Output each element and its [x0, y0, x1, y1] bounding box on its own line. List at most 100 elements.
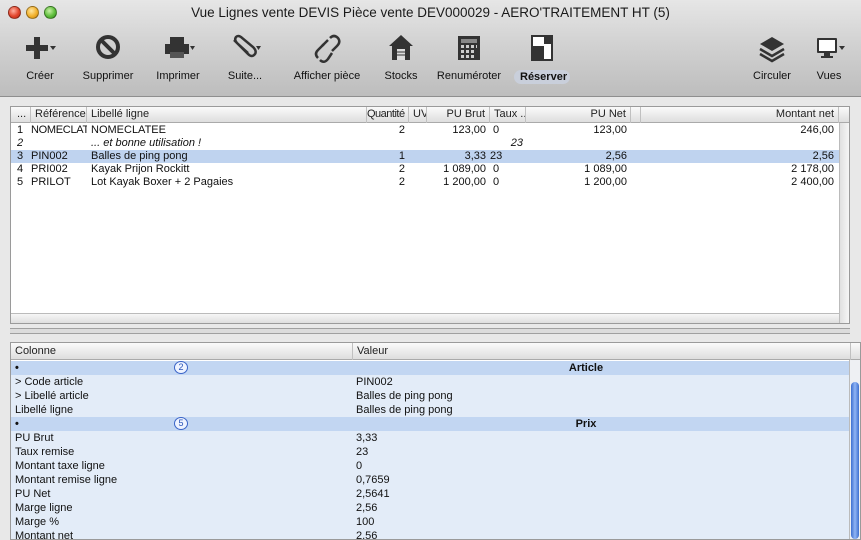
col-header-pu-net[interactable]: PU Net — [526, 107, 631, 123]
property-row[interactable]: PU Brut 3,33 — [11, 431, 851, 445]
reserve-button[interactable]: Réserver — [514, 32, 570, 90]
property-value: 3,33 — [356, 432, 378, 444]
property-name: Marge ligne — [15, 502, 73, 514]
col-header-column[interactable]: Colonne — [11, 343, 353, 360]
table-row-selected[interactable]: 3 PIN002 Balles de ping pong 1 3,33 23 2… — [11, 150, 840, 163]
stack-icon — [759, 37, 785, 63]
col-header-taux[interactable]: Taux ... — [490, 107, 526, 123]
col-header-spacer[interactable] — [631, 107, 641, 123]
lines-horizontal-scrollbar[interactable] — [11, 313, 839, 323]
row-taux: 23 — [510, 137, 523, 149]
stocks-label: Stocks — [384, 70, 418, 82]
property-name: PU Net — [15, 488, 51, 500]
property-row[interactable]: Marge ligne 2,56 — [11, 501, 851, 515]
group-row-prix[interactable]: • 5 Prix — [11, 417, 851, 431]
table-row[interactable]: 5 PRILOT Lot Kayak Boxer + 2 Pagaies 2 1… — [11, 176, 840, 189]
row-label: Lot Kayak Boxer + 2 Pagaies — [91, 176, 234, 188]
col-header-uv[interactable]: UV — [409, 107, 427, 123]
property-name: Libellé ligne — [15, 404, 74, 416]
property-value: Balles de ping pong — [356, 390, 453, 402]
next-label: Suite... — [227, 70, 263, 82]
property-row[interactable]: Montant net 2,56 — [11, 529, 851, 540]
row-montant-net: 2,56 — [812, 150, 834, 162]
col-header-montant-net[interactable]: Montant net — [641, 107, 839, 123]
property-value: Balles de ping pong — [356, 404, 453, 416]
row-index: 3 — [17, 150, 24, 162]
property-row[interactable]: > Libellé article Balles de ping pong — [11, 389, 851, 403]
row-label: Balles de ping pong — [91, 150, 188, 162]
row-montant-net: 246,00 — [800, 124, 834, 136]
col-header-value[interactable]: Valeur — [353, 343, 851, 360]
row-reference: PIN002 — [31, 150, 68, 162]
window-toolbar: Vue Lignes vente DEVIS Pièce vente DEV00… — [0, 0, 861, 97]
group-count-badge: 5 — [174, 417, 188, 430]
create-button[interactable]: Créer — [20, 32, 60, 90]
property-value: 0,7659 — [356, 474, 390, 486]
pane-splitter[interactable] — [10, 328, 850, 334]
row-pu-net: 1 089,00 — [584, 163, 627, 175]
row-pu-brut: 3,33 — [464, 150, 486, 162]
row-montant-net: 2 178,00 — [791, 163, 834, 175]
property-row[interactable]: Montant remise ligne 0,7659 — [11, 473, 851, 487]
property-name: Montant net — [15, 530, 74, 540]
property-name: Taux remise — [15, 446, 75, 458]
row-pu-net: 123,00 — [593, 124, 627, 136]
row-quantity: 2 — [398, 163, 405, 175]
forbidden-icon — [96, 35, 120, 59]
col-header-pu-brut[interactable]: PU Brut — [427, 107, 490, 123]
properties-table-header: Colonne Valeur — [11, 343, 860, 360]
table-row[interactable]: 4 PRI002 Kayak Prijon Rockitt 2 1 089,00… — [11, 163, 840, 176]
row-label: Kayak Prijon Rockitt — [91, 163, 190, 175]
group-title: Prix — [575, 418, 597, 430]
printer-icon — [165, 37, 195, 58]
warehouse-icon — [389, 35, 413, 60]
print-label: Imprimer — [156, 70, 200, 82]
renumber-button[interactable]: Renuméroter — [436, 32, 502, 90]
property-row[interactable]: > Code article PIN002 — [11, 375, 851, 389]
reserve-icon — [531, 35, 553, 61]
properties-vertical-scrollbar[interactable] — [849, 360, 860, 539]
row-quantity: 2 — [398, 124, 405, 136]
property-row[interactable]: Montant taxe ligne 0 — [11, 459, 851, 473]
property-row[interactable]: Libellé ligne Balles de ping pong — [11, 403, 851, 417]
group-row-article[interactable]: • 2 Article — [11, 361, 851, 375]
col-header-index[interactable]: ... — [11, 107, 31, 123]
col-header-reference[interactable]: Référence — [31, 107, 87, 123]
stocks-button[interactable]: Stocks — [380, 32, 422, 90]
delete-button[interactable]: Supprimer — [80, 32, 136, 90]
lines-vertical-scrollbar[interactable] — [839, 123, 849, 323]
paperclip-icon — [233, 34, 261, 58]
row-taux: 0 — [493, 124, 500, 136]
property-value: 100 — [356, 516, 375, 528]
properties-scroll-thumb[interactable] — [851, 382, 859, 539]
property-name: Montant remise ligne — [15, 474, 118, 486]
print-button[interactable]: Imprimer — [152, 32, 204, 90]
circulate-button[interactable]: Circuler — [748, 32, 796, 90]
reserve-label: Réserver — [514, 70, 570, 84]
show-piece-button[interactable]: Afficher pièce — [288, 32, 366, 90]
row-reference: PRI002 — [31, 163, 68, 175]
property-value: 23 — [356, 446, 369, 458]
row-reference: PRILOT — [31, 176, 71, 188]
row-taux: 23 — [490, 150, 503, 162]
property-row[interactable]: Marge % 100 — [11, 515, 851, 529]
table-row[interactable]: 1 NOMECLAT... NOMECLATEE 2 123,00 0 123,… — [11, 124, 840, 137]
create-label: Créer — [26, 70, 54, 82]
col-header-label[interactable]: Libellé ligne — [87, 107, 367, 123]
property-row[interactable]: Taux remise 23 — [11, 445, 851, 459]
row-quantity: 2 — [398, 176, 405, 188]
row-label: NOMECLATEE — [91, 124, 166, 136]
row-reference: NOMECLAT... — [31, 124, 87, 136]
next-button[interactable]: Suite... — [224, 32, 266, 90]
property-value: 0 — [356, 460, 363, 472]
show-piece-label: Afficher pièce — [293, 70, 361, 82]
table-row[interactable]: 2 ... et bonne utilisation ! 23 — [11, 137, 840, 150]
calculator-icon — [458, 36, 480, 60]
property-row[interactable]: PU Net 2,5641 — [11, 487, 851, 501]
views-label: Vues — [816, 70, 842, 82]
views-button[interactable]: Vues — [806, 32, 852, 90]
property-value: 2,56 — [356, 530, 378, 540]
link-icon — [314, 34, 341, 63]
col-header-quantity[interactable]: Quantité — [367, 107, 409, 123]
group-title: Article — [568, 362, 604, 374]
